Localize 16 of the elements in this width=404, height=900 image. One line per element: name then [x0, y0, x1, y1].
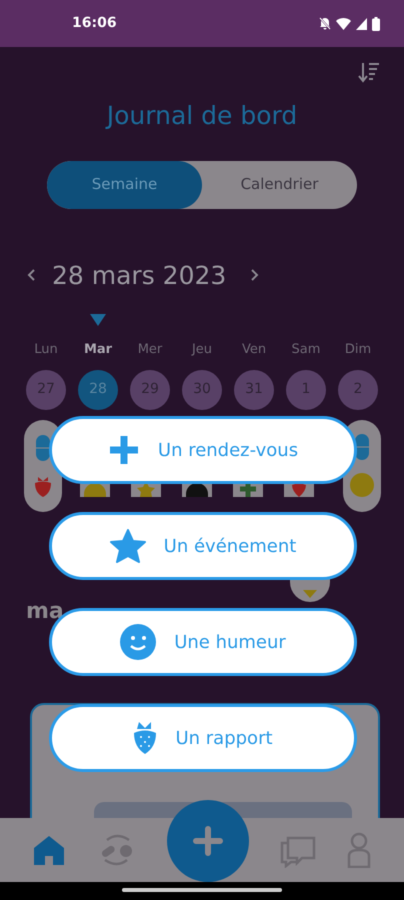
page-title: Journal de bord: [106, 100, 298, 132]
weekday-label: Sam: [292, 341, 320, 359]
weekday-label: Mar: [84, 341, 112, 359]
weekday-label: Lun: [34, 341, 58, 359]
weekday-label: Dim: [344, 341, 372, 359]
add-entry-button[interactable]: Un événement: [49, 512, 357, 580]
view-tab[interactable]: Semaine: [47, 160, 202, 208]
weekday-label: Ven: [242, 341, 266, 359]
view-tab[interactable]: Calendrier: [202, 160, 357, 208]
weekday-label: Jeu: [192, 341, 212, 359]
current-date: 28 mars 2023: [52, 260, 226, 292]
add-entry-button[interactable]: Un rapport: [49, 704, 357, 772]
status-time: 16:06: [72, 14, 117, 33]
day-button[interactable]: 28: [78, 370, 118, 410]
weekday-label: Mer: [138, 341, 162, 359]
add-entry-button[interactable]: Un rendez-vous: [49, 416, 357, 484]
